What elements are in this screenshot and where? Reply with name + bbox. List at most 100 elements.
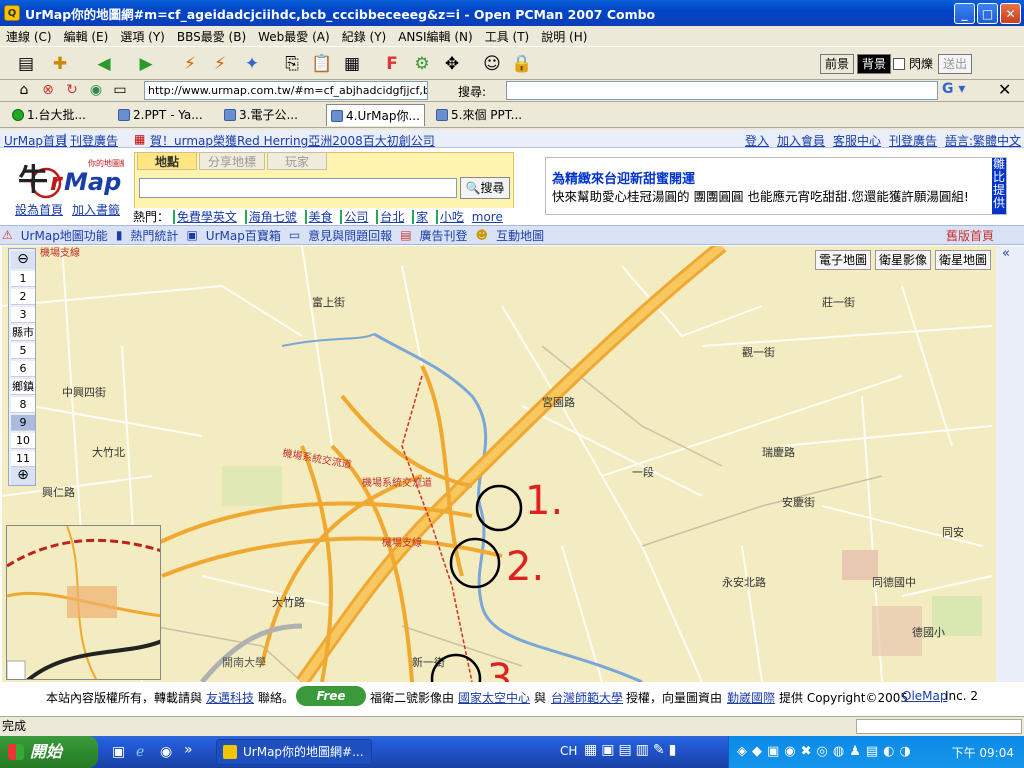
- zoom-level[interactable]: 6: [11, 361, 35, 377]
- web-search-input[interactable]: [506, 81, 938, 100]
- free-badge[interactable]: Free: [296, 686, 366, 706]
- urmap-home-link[interactable]: UrMap首頁: [4, 132, 67, 149]
- zoom-level[interactable]: 2: [11, 289, 35, 305]
- zoom-level[interactable]: 縣市: [11, 325, 35, 341]
- zoom-level[interactable]: 1: [11, 271, 35, 287]
- hot-keyword[interactable]: 免費學英文: [172, 210, 239, 224]
- background-color-button[interactable]: 背景: [857, 54, 892, 74]
- menu-connect[interactable]: 連線 (C): [0, 28, 58, 45]
- taskbar-app-urmap[interactable]: UrMap你的地圖網#...: [216, 739, 372, 765]
- foreground-color-button[interactable]: 前景: [820, 54, 855, 74]
- zoom-in-icon[interactable]: ⊕: [11, 467, 35, 485]
- more-link[interactable]: more: [472, 210, 503, 224]
- back-icon[interactable]: ◀: [92, 52, 116, 76]
- register-link[interactable]: 加入會員: [777, 132, 825, 149]
- print-icon[interactable]: ▭: [108, 78, 132, 102]
- set-homepage-link[interactable]: 設為首頁: [15, 201, 63, 218]
- tray-icons[interactable]: ◈◆▣◉✖◎◍♟▤◐◑: [737, 744, 916, 759]
- globe-icon[interactable]: ◉: [84, 78, 108, 102]
- promo-link[interactable]: 賀！urmap榮獲Red Herring亞洲2008百大初創公司: [150, 132, 435, 149]
- maximize-button[interactable]: □: [977, 3, 998, 24]
- func-map-functions[interactable]: UrMap地圖功能: [21, 227, 108, 244]
- hot-keyword[interactable]: 家: [412, 210, 431, 224]
- ime-indicator[interactable]: CH: [560, 744, 577, 758]
- footer-link-olemap[interactable]: OleMap: [902, 689, 948, 703]
- menu-bbs-favorites[interactable]: BBS最愛 (B): [171, 28, 252, 45]
- close-button[interactable]: ✕: [1000, 3, 1021, 24]
- copy-icon[interactable]: ⎘: [280, 52, 304, 76]
- hot-keyword[interactable]: 公司: [340, 210, 371, 224]
- service-link[interactable]: 客服中心: [833, 132, 881, 149]
- overview-minimap[interactable]: [6, 525, 161, 680]
- tab-3[interactable]: 3.電子公...: [220, 104, 302, 126]
- refresh-icon[interactable]: ↻: [60, 78, 84, 102]
- paste-icon[interactable]: 📋: [310, 52, 334, 76]
- zoom-level[interactable]: 10: [11, 433, 35, 449]
- zoom-level[interactable]: 8: [11, 397, 35, 413]
- tab-players[interactable]: 玩家: [267, 152, 327, 170]
- tab-place[interactable]: 地點: [137, 152, 197, 170]
- quicklaunch-more-icon[interactable]: »: [184, 742, 193, 758]
- google-icon[interactable]: G ▾: [942, 81, 970, 100]
- zoom-level[interactable]: 5: [11, 343, 35, 359]
- zoom-level[interactable]: 鄉鎮: [11, 379, 35, 395]
- ad-post-link[interactable]: 刊登廣告: [70, 132, 118, 149]
- menu-history[interactable]: 紀錄 (Y): [336, 28, 393, 45]
- menu-help[interactable]: 說明 (H): [535, 28, 593, 45]
- func-toolbox[interactable]: UrMap百寶箱: [206, 227, 281, 244]
- paste-special-icon[interactable]: ▦: [340, 52, 364, 76]
- add-favorite-icon[interactable]: ✦: [240, 52, 264, 76]
- func-hot-stats[interactable]: 熱門統計: [130, 227, 178, 244]
- settings-gear-icon[interactable]: ⚙: [410, 52, 434, 76]
- hot-keyword[interactable]: 海角七號: [244, 210, 299, 224]
- forward-icon[interactable]: ▶: [134, 52, 158, 76]
- emoticon-icon[interactable]: ☺: [480, 52, 504, 76]
- login-link[interactable]: 登入: [745, 132, 769, 149]
- minimize-button[interactable]: _: [954, 3, 975, 24]
- lock-icon[interactable]: 🔒: [510, 52, 534, 76]
- footer-link-umay[interactable]: 友邁科技: [206, 689, 254, 706]
- search-button[interactable]: 🔍搜尋: [460, 177, 510, 199]
- stop-icon[interactable]: ⊗: [36, 78, 60, 102]
- footer-link-kingway[interactable]: 勤崴國際: [727, 689, 775, 706]
- map-type-satellite-image[interactable]: 衛星影像: [875, 250, 932, 270]
- desktop-icon[interactable]: ▣: [112, 744, 125, 760]
- reconnect-icon[interactable]: ⚡: [208, 52, 232, 76]
- url-input[interactable]: http://www.urmap.com.tw/#m=cf_abjhadcidg…: [144, 81, 428, 100]
- map-type-satellite-map[interactable]: 衛星地圖: [935, 250, 992, 270]
- menu-web-favorites[interactable]: Web最愛 (A): [252, 28, 336, 45]
- bookmark-link[interactable]: 加入書籤: [72, 201, 120, 218]
- disconnect-icon[interactable]: ⚡: [178, 52, 202, 76]
- func-interactive-map[interactable]: 互動地圖: [496, 227, 544, 244]
- footer-link-nspo[interactable]: 國家太空中心: [458, 689, 530, 706]
- fullscreen-icon[interactable]: ✥: [440, 52, 464, 76]
- func-feedback[interactable]: 意見與問題回報: [308, 227, 392, 244]
- hot-keyword[interactable]: 小吃: [435, 210, 466, 224]
- zoom-level[interactable]: 11: [11, 451, 35, 467]
- zoom-level[interactable]: 3: [11, 307, 35, 323]
- zoom-level-selected[interactable]: 9: [11, 415, 35, 431]
- tab-1[interactable]: 1.台大批...: [8, 104, 90, 126]
- ad-post-link-right[interactable]: 刊登廣告: [889, 132, 937, 149]
- old-home-link[interactable]: 舊版首頁: [946, 227, 994, 244]
- close-search-icon[interactable]: ✕: [998, 80, 1011, 99]
- menu-edit[interactable]: 編輯 (E): [58, 28, 115, 45]
- menu-options[interactable]: 選項 (Y): [114, 28, 171, 45]
- hot-keyword[interactable]: 美食: [304, 210, 335, 224]
- menu-tools[interactable]: 工具 (T): [479, 28, 536, 45]
- footer-link-ntnu[interactable]: 台灣師範大學: [551, 689, 623, 706]
- tab-2[interactable]: 2.PPT - Ya...: [114, 104, 207, 126]
- collapse-icon[interactable]: «: [1002, 246, 1010, 261]
- ad-banner[interactable]: 為精緻來台迎新甜蜜開運 快來幫助愛心桂冠湯圓的 團團圓圓 也能應元宵吃甜甜.您還…: [545, 157, 1007, 215]
- zoom-out-icon[interactable]: ⊖: [11, 251, 35, 269]
- blink-checkbox[interactable]: [893, 58, 905, 70]
- hot-keyword[interactable]: 台北: [376, 210, 407, 224]
- new-connection-icon[interactable]: ✚: [48, 52, 72, 76]
- home-icon[interactable]: ⌂: [12, 78, 36, 102]
- map-type-electronic[interactable]: 電子地圖: [815, 250, 872, 270]
- menu-ansi-edit[interactable]: ANSI編輯 (N): [392, 28, 479, 45]
- media-icon[interactable]: ◉: [160, 744, 172, 760]
- func-advertise[interactable]: 廣告刊登: [420, 227, 468, 244]
- tab-share-landmark[interactable]: 分享地標: [199, 152, 265, 170]
- urmap-logo[interactable]: 牛 r Map 你的地圖網: [14, 150, 128, 205]
